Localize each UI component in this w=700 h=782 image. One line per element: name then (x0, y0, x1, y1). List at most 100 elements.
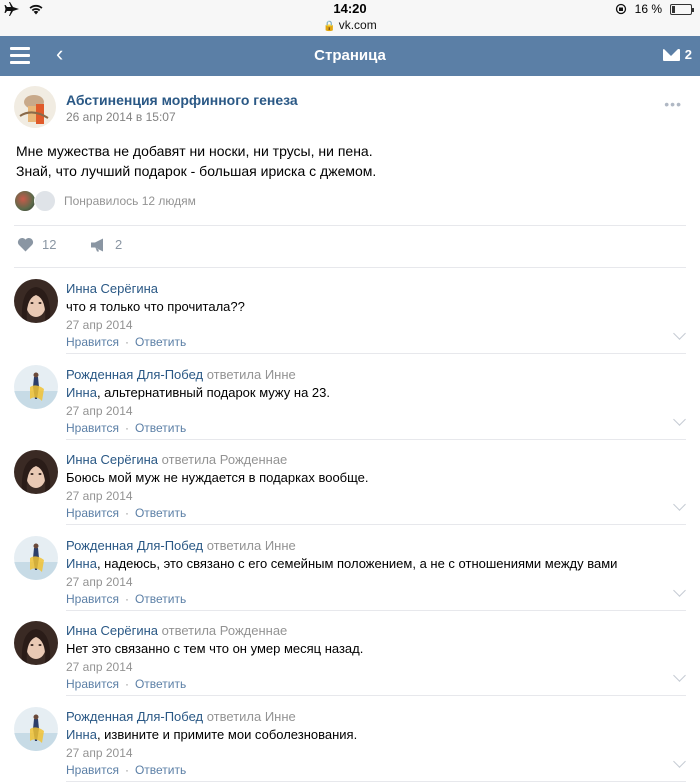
comment-actions: Нравится · Ответить (66, 763, 186, 777)
comment-author[interactable]: Рожденная Для-Побед (66, 367, 203, 382)
divider (14, 225, 686, 226)
clock: 14:20 (333, 1, 367, 16)
chevron-down-icon[interactable] (673, 583, 686, 597)
status-right: 16 % (615, 2, 694, 16)
mail-icon (662, 48, 680, 61)
post-text: Мне мужества не добавят ни носки, ни тру… (16, 141, 676, 181)
comment-avatar[interactable] (14, 621, 58, 665)
comment-actions: Нравится · Ответить (66, 506, 186, 520)
battery-fill (672, 5, 675, 13)
comment-author[interactable]: Рожденная Для-Побед (66, 538, 203, 553)
comment-avatar[interactable] (14, 535, 58, 580)
post-date[interactable]: 26 апр 2014 в 15:07 (66, 110, 176, 124)
messages-button[interactable]: 2 (662, 47, 692, 62)
comment-date[interactable]: 27 апр 2014 (66, 318, 133, 332)
comment-body: Нет это связанно с тем что он умер месяц… (66, 641, 364, 656)
more-options-icon[interactable]: ••• (664, 96, 682, 112)
comment-header: Инна Серёгина ответила Рожденнае (66, 623, 287, 638)
comment-mention[interactable]: Инна (66, 556, 97, 571)
comment-header: Рожденная Для-Побед ответила Инне (66, 538, 296, 553)
comment-date[interactable]: 27 апр 2014 (66, 404, 133, 418)
comment-item: Рожденная Для-Побед ответила Инне Инна, … (0, 355, 700, 440)
comment-author[interactable]: Рожденная Для-Побед (66, 709, 203, 724)
separator-dot: · (124, 677, 129, 691)
chevron-down-icon[interactable] (673, 327, 686, 340)
divider (14, 267, 686, 268)
comment-date[interactable]: 27 апр 2014 (66, 489, 133, 503)
comment-item: Инна Серёгина что я только что прочитала… (0, 269, 700, 354)
comment-reply-link[interactable]: Ответить (135, 763, 186, 777)
comment-reply-link[interactable]: Ответить (135, 592, 186, 606)
comment-replied-to: ответила Рожденнае (161, 623, 288, 638)
comment-replied-to: ответила Инне (206, 366, 296, 382)
comment-header: Рожденная Для-Побед ответила Инне (66, 367, 296, 382)
comment-reply-link[interactable]: Ответить (135, 335, 186, 349)
comment-item: Рожденная Для-Побед ответила Инне Инна, … (0, 697, 700, 782)
comment-text: Боюсь мой муж не нуждается в подарках во… (66, 470, 369, 485)
top-navbar: ‹ Страница 2 (0, 36, 700, 76)
liker-avatar (34, 190, 56, 212)
comment-reply-link[interactable]: Ответить (135, 506, 186, 520)
comment-mention[interactable]: Инна (66, 727, 97, 742)
comment-replied-to: ответила Инне (206, 537, 296, 553)
comment-like-link[interactable]: Нравится (66, 763, 119, 777)
comment-body: что я только что прочитала?? (66, 299, 245, 314)
comment-avatar[interactable] (14, 364, 58, 409)
separator-dot: · (124, 506, 129, 520)
comment-like-link[interactable]: Нравится (66, 335, 119, 349)
likers-avatars[interactable] (14, 190, 58, 212)
address-bar[interactable]: 🔒 vk.com (0, 18, 700, 32)
chevron-down-icon[interactable] (673, 412, 686, 426)
comment-body: , извините и примите мои соболезнования. (96, 726, 358, 742)
post-text-line: Мне мужества не добавят ни носки, ни тру… (16, 143, 373, 159)
comment-item: Инна Серёгина ответила Рожденнае Боюсь м… (0, 440, 700, 525)
comment-item: Инна Серёгина ответила Рожденнае Нет это… (0, 611, 700, 696)
comment-like-link[interactable]: Нравится (66, 506, 119, 520)
comment-reply-link[interactable]: Ответить (135, 677, 186, 691)
comment-actions: Нравится · Ответить (66, 677, 186, 691)
like-button[interactable]: 12 (17, 237, 56, 252)
battery-percent: 16 % (634, 2, 662, 16)
comment-divider (66, 780, 686, 782)
chevron-down-icon[interactable] (673, 754, 686, 768)
comment-body: , альтернативный подарок мужу на 23. (96, 384, 330, 400)
comment-text: Нет это связанно с тем что он умер месяц… (66, 641, 363, 656)
comment-actions: Нравится · Ответить (66, 335, 186, 349)
comment-avatar[interactable] (14, 706, 58, 751)
chevron-down-icon[interactable] (673, 669, 686, 682)
orientation-lock-icon (615, 3, 626, 15)
comment-like-link[interactable]: Нравится (66, 592, 119, 606)
comment-avatar[interactable] (14, 450, 58, 494)
comment-author[interactable]: Инна Серёгина (66, 623, 158, 638)
post-author-avatar[interactable] (14, 86, 56, 128)
comment-actions: Нравится · Ответить (66, 592, 186, 606)
comment-like-link[interactable]: Нравится (66, 421, 119, 435)
comment-date[interactable]: 27 апр 2014 (66, 575, 133, 589)
comment-replied-to: ответила Рожденнае (161, 452, 288, 467)
post-text-line: Знай, что лучший подарок - большая ириск… (16, 163, 377, 179)
comment-replied-to: ответила Инне (206, 708, 296, 724)
post-author[interactable]: Абстиненция морфинного генеза (66, 92, 298, 108)
comment-like-link[interactable]: Нравится (66, 677, 119, 691)
comment-author[interactable]: Инна Серёгина (66, 281, 158, 296)
comment-text: Инна, извините и примите мои соболезнова… (66, 727, 357, 742)
comment-body: Боюсь мой муж не нуждается в подарках во… (66, 470, 369, 485)
separator-dot: · (124, 420, 129, 435)
comment-date[interactable]: 27 апр 2014 (66, 746, 133, 760)
comment-reply-link[interactable]: Ответить (135, 421, 186, 435)
url-text: vk.com (338, 18, 377, 32)
comment-avatar[interactable] (14, 279, 58, 323)
comment-mention[interactable]: Инна (66, 385, 97, 400)
battery-icon (670, 3, 694, 15)
liked-by-text[interactable]: Понравилось 12 людям (64, 194, 196, 208)
comment-author[interactable]: Инна Серёгина (66, 452, 158, 467)
comment-item: Рожденная Для-Побед ответила Инне Инна, … (0, 526, 700, 611)
chevron-down-icon[interactable] (673, 498, 686, 511)
comment-header: Инна Серёгина ответила Рожденнае (66, 452, 287, 467)
mail-count: 2 (684, 47, 692, 62)
comment-header: Инна Серёгина (66, 281, 158, 296)
comment-date[interactable]: 27 апр 2014 (66, 660, 133, 674)
separator-dot: · (124, 335, 129, 349)
share-button[interactable]: 2 (90, 237, 122, 252)
like-count: 12 (42, 237, 57, 252)
